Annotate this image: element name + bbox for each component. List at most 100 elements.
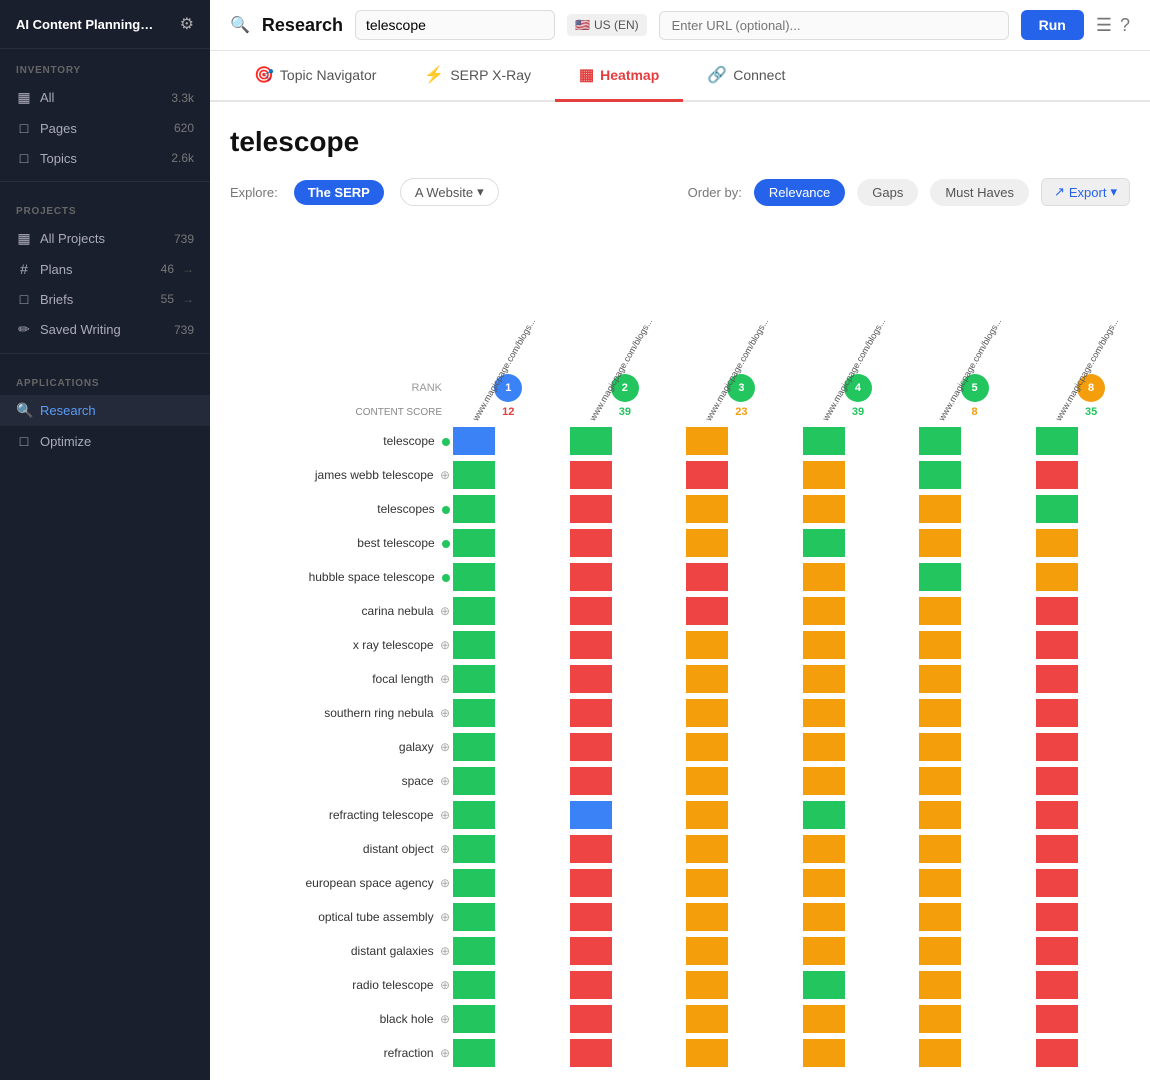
heat-block: [568, 833, 614, 865]
sidebar-item-plans[interactable]: # Plans 46 →: [0, 254, 210, 284]
heat-block: [451, 867, 497, 899]
heat-block: [1034, 799, 1080, 831]
score-cell-4: 8: [916, 404, 1033, 424]
heat-cell-10-4: [916, 764, 1033, 798]
must-haves-btn[interactable]: Must Haves: [930, 179, 1029, 206]
heat-block: [917, 663, 963, 695]
keyword-label-5: carina nebula ⊕: [230, 594, 450, 628]
heat-cell-2-4: [916, 492, 1033, 526]
heat-cell-11-0: [450, 798, 567, 832]
keyword-plus-btn[interactable]: ⊕: [440, 774, 450, 788]
sidebar-item-saved-writing-count: 739: [174, 323, 194, 337]
gaps-btn[interactable]: Gaps: [857, 179, 918, 206]
heat-cell-17-4: [916, 1002, 1033, 1036]
website-btn[interactable]: A Website ▾: [400, 178, 499, 206]
heat-cell-16-0: [450, 968, 567, 1002]
sidebar-item-all-count: 3.3k: [171, 91, 194, 105]
heat-block: [1034, 935, 1080, 967]
keyword-plus-btn[interactable]: ⊕: [440, 638, 450, 652]
keyword-plus-btn[interactable]: ⊕: [440, 1012, 450, 1026]
locale-selector[interactable]: 🇺🇸 US (EN): [567, 14, 647, 36]
keyword-plus-btn[interactable]: ⊕: [440, 808, 450, 822]
heat-cell-1-4: [916, 458, 1033, 492]
keyword-plus-btn[interactable]: ⊕: [440, 740, 450, 754]
heat-cell-4-4: [916, 560, 1033, 594]
heat-block: [917, 969, 963, 1001]
keyword-row-3: best telescope: [230, 526, 1130, 560]
keyword-row-18: refraction ⊕: [230, 1036, 1130, 1070]
relevance-btn[interactable]: Relevance: [754, 179, 845, 206]
heat-cell-6-0: [450, 628, 567, 662]
run-button[interactable]: Run: [1021, 10, 1084, 40]
heat-cell-1-3: [800, 458, 917, 492]
col-header-0: www.magicpage.com/blogs...: [450, 222, 567, 372]
keyword-label-1: james webb telescope ⊕: [230, 458, 450, 492]
order-section: Order by: Relevance Gaps Must Haves ↗ Ex…: [688, 178, 1130, 206]
heat-block: [568, 425, 614, 457]
serp-btn[interactable]: The SERP: [294, 180, 384, 205]
keyword-row-9: galaxy ⊕: [230, 730, 1130, 764]
heat-cell-17-3: [800, 1002, 917, 1036]
heat-cell-15-0: [450, 934, 567, 968]
heat-block: [801, 629, 847, 661]
heat-cell-15-5: [1033, 934, 1130, 968]
heat-cell-15-4: [916, 934, 1033, 968]
heat-cell-13-2: [683, 866, 800, 900]
divider-2: [0, 353, 210, 354]
url-input[interactable]: [659, 11, 1009, 40]
sidebar-item-saved-writing[interactable]: ✏ Saved Writing 739: [0, 314, 210, 345]
sidebar-item-optimize[interactable]: □ Optimize: [0, 426, 210, 456]
heat-block: [801, 833, 847, 865]
keyword-plus-btn[interactable]: ⊕: [440, 672, 450, 686]
heat-block: [451, 459, 497, 491]
heat-cell-14-1: [567, 900, 684, 934]
heat-block: [1034, 425, 1080, 457]
sidebar-item-pages[interactable]: □ Pages 620: [0, 113, 210, 143]
heat-block: [801, 935, 847, 967]
heat-block: [917, 901, 963, 933]
heat-cell-8-3: [800, 696, 917, 730]
heat-cell-1-1: [567, 458, 684, 492]
help-icon[interactable]: ?: [1120, 15, 1130, 36]
plans-icon: #: [16, 261, 32, 277]
heat-cell-13-3: [800, 866, 917, 900]
heat-cell-18-0: [450, 1036, 567, 1070]
export-btn[interactable]: ↗ Export ▾: [1041, 178, 1130, 206]
heat-block: [801, 969, 847, 1001]
sidebar-item-topics-label: Topics: [40, 151, 163, 166]
sidebar-item-research[interactable]: 🔍 Research: [0, 395, 210, 426]
keyword-plus-btn[interactable]: ⊕: [440, 604, 450, 618]
heat-block: [451, 833, 497, 865]
keyword-plus-btn[interactable]: ⊕: [440, 842, 450, 856]
divider-1: [0, 181, 210, 182]
heat-block: [917, 867, 963, 899]
tab-connect[interactable]: 🔗 Connect: [683, 51, 809, 102]
keyword-plus-btn[interactable]: ⊕: [440, 468, 450, 482]
heat-block: [568, 799, 614, 831]
sidebar-item-all[interactable]: ▦ All 3.3k: [0, 82, 210, 113]
keyword-plus-btn[interactable]: ⊕: [440, 706, 450, 720]
keyword-plus-btn[interactable]: ⊕: [440, 876, 450, 890]
heat-cell-16-3: [800, 968, 917, 1002]
tab-heatmap[interactable]: ▦ Heatmap: [555, 51, 683, 102]
tab-topic-navigator[interactable]: 🎯 Topic Navigator: [230, 51, 400, 102]
keyword-plus-btn[interactable]: ⊕: [440, 1046, 450, 1060]
keyword-row-1: james webb telescope ⊕: [230, 458, 1130, 492]
keyword-plus-btn[interactable]: ⊕: [440, 944, 450, 958]
keyword-plus-btn[interactable]: ⊕: [440, 910, 450, 924]
sidebar-item-all-projects[interactable]: ▦ All Projects 739: [0, 223, 210, 254]
heat-cell-15-3: [800, 934, 917, 968]
doc-icon[interactable]: ☰: [1096, 15, 1112, 36]
heat-cell-0-0: [450, 424, 567, 458]
rank-label: RANK: [230, 372, 450, 404]
heat-block: [1034, 629, 1080, 661]
keyword-row-6: x ray telescope ⊕: [230, 628, 1130, 662]
search-input[interactable]: [355, 10, 555, 40]
sidebar-item-briefs[interactable]: □ Briefs 55 →: [0, 284, 210, 314]
gear-icon[interactable]: ⚙: [180, 14, 194, 34]
heat-cell-9-1: [567, 730, 684, 764]
sidebar-item-topics[interactable]: □ Topics 2.6k: [0, 143, 210, 173]
tab-serp-xray[interactable]: ⚡ SERP X-Ray: [400, 51, 555, 102]
keyword-plus-btn[interactable]: ⊕: [440, 978, 450, 992]
keyword-row-0: telescope: [230, 424, 1130, 458]
